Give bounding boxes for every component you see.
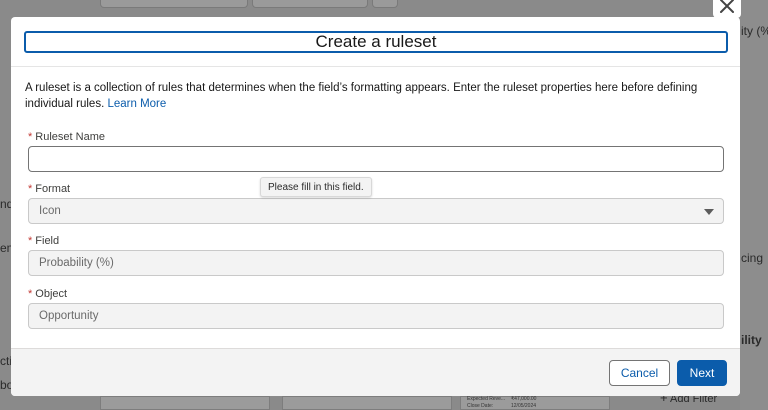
modal-title: Create a ruleset xyxy=(316,32,437,52)
modal-title-focus-ring: Create a ruleset xyxy=(24,31,728,53)
chevron-down-icon xyxy=(704,209,714,215)
required-indicator: * xyxy=(28,288,32,300)
background-header-fragment: ity (% xyxy=(741,24,768,38)
background-fragment: cing xyxy=(741,251,763,265)
card-field-label: Expected Reve... xyxy=(467,396,505,403)
field-input: Probability (%) xyxy=(28,250,724,276)
learn-more-link[interactable]: Learn More xyxy=(107,98,166,110)
card-field-value: 12/05/2024 xyxy=(511,403,536,410)
background-card xyxy=(100,396,270,410)
object-input: Opportunity xyxy=(28,303,724,329)
background-right-panel xyxy=(740,0,768,410)
format-label: *Format xyxy=(28,183,70,195)
ruleset-name-input[interactable] xyxy=(28,146,724,172)
required-indicator: * xyxy=(28,131,32,143)
ruleset-name-label: *Ruleset Name xyxy=(28,131,105,143)
card-field-value: ₹47,000.00 xyxy=(511,396,536,403)
required-indicator: * xyxy=(28,235,32,247)
create-ruleset-modal: Create a ruleset A ruleset is a collecti… xyxy=(11,17,740,396)
modal-footer: Cancel Next xyxy=(11,348,740,396)
background-card xyxy=(282,396,452,410)
next-button[interactable]: Next xyxy=(677,360,727,386)
card-field-label: Close Date: xyxy=(467,403,493,410)
format-select[interactable]: Icon xyxy=(28,198,724,224)
cancel-button[interactable]: Cancel xyxy=(609,360,670,386)
modal-description: A ruleset is a collection of rules that … xyxy=(25,80,715,112)
modal-header: Create a ruleset xyxy=(11,17,740,67)
validation-tooltip: Please fill in this field. xyxy=(260,177,372,197)
required-indicator: * xyxy=(28,183,32,195)
background-card: Expected Reve... Close Date: ₹47,000.00 … xyxy=(460,396,610,410)
object-label: *Object xyxy=(28,288,67,300)
background-toolbar xyxy=(100,0,400,8)
close-icon xyxy=(719,0,735,14)
close-button[interactable] xyxy=(713,0,741,18)
field-label: *Field xyxy=(28,235,59,247)
background-fragment: ility xyxy=(741,333,762,347)
